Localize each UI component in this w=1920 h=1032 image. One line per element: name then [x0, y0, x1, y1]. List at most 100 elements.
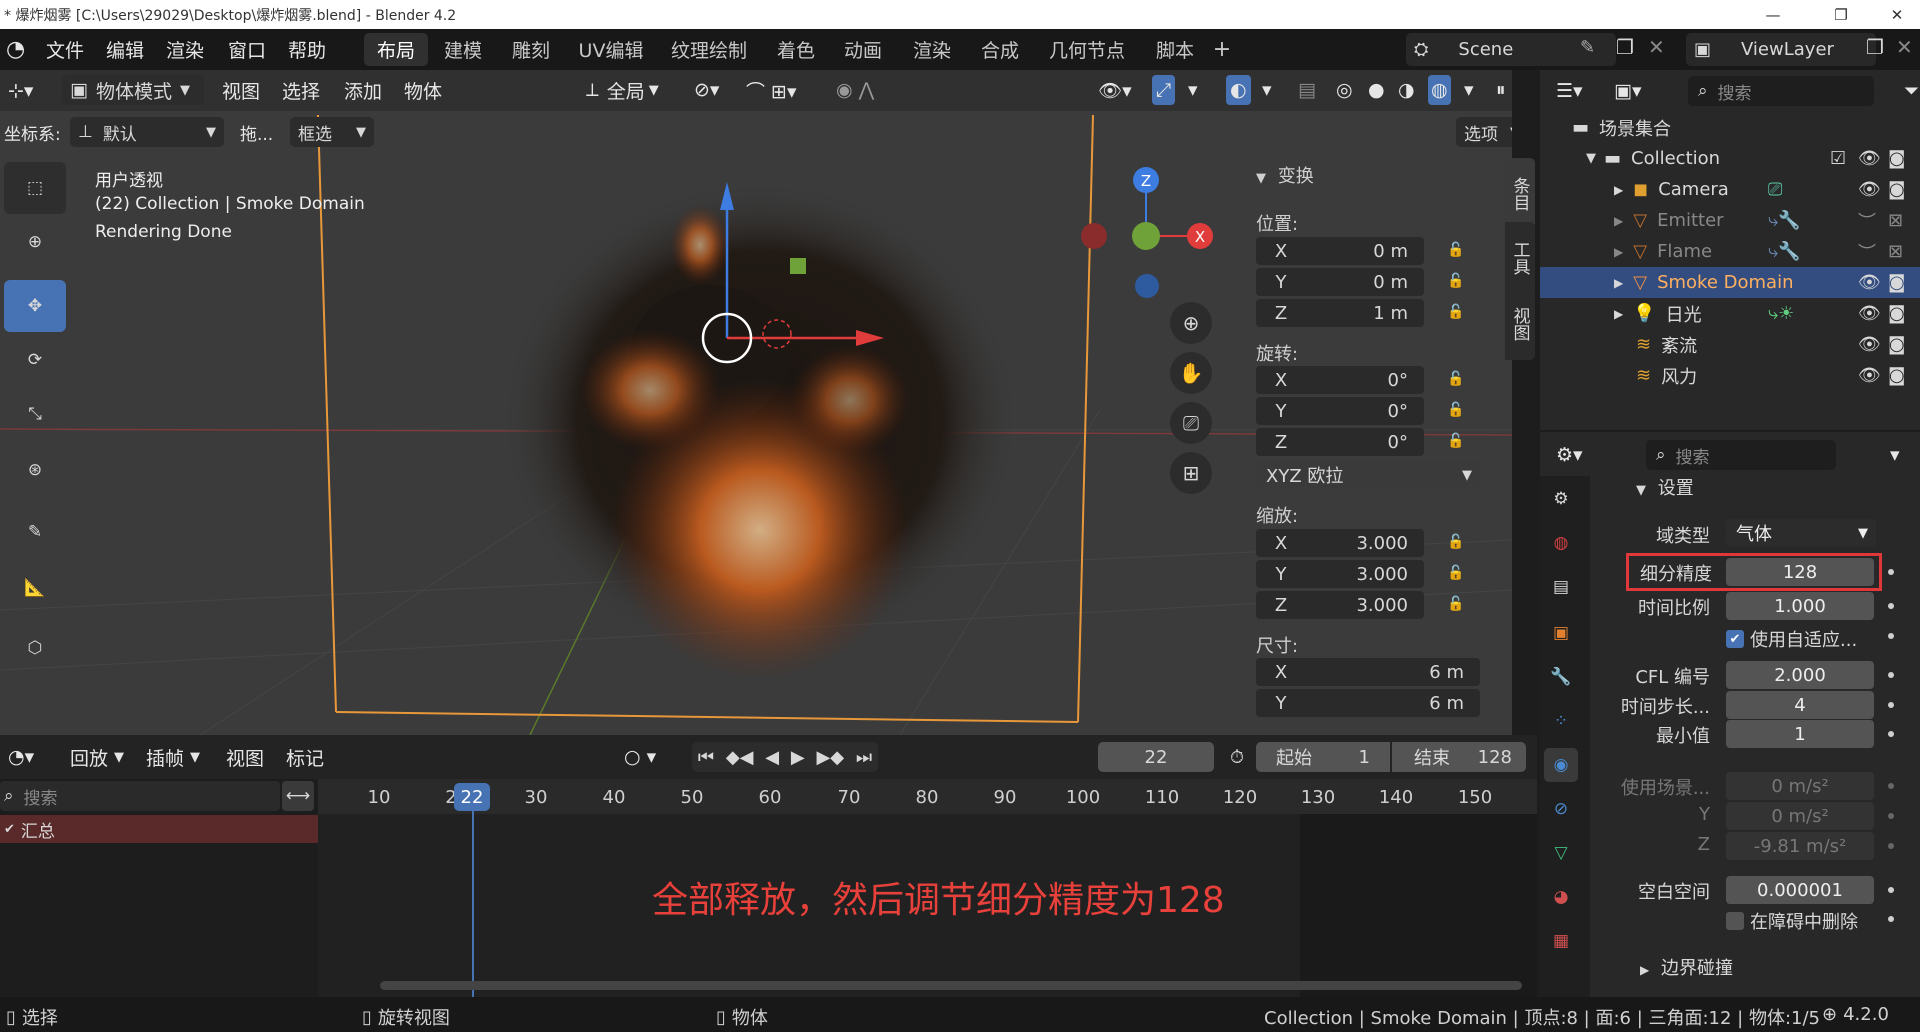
cfl-field[interactable]: 2.000 [1726, 661, 1874, 689]
location-z-field[interactable]: Z1 m [1256, 299, 1424, 327]
eye-icon[interactable]: 👁 [1858, 179, 1881, 200]
sun-data-icon[interactable]: ⤷☀ [1768, 303, 1794, 324]
animate-dot-icon[interactable] [1888, 843, 1894, 849]
menu-render[interactable]: 渲染 [166, 29, 204, 70]
wireframe-shading-icon[interactable]: ◎ [1336, 75, 1353, 105]
adaptive-timesteps-checkbox[interactable]: ✔ 使用自适应... [1726, 626, 1857, 652]
prev-keyframe-icon[interactable]: ◆◀ [726, 747, 754, 768]
data-tab-icon[interactable]: ▽ [1544, 836, 1578, 870]
eye-icon[interactable]: 👁 [1858, 272, 1881, 293]
dimensions-x-field[interactable]: X6 m [1256, 658, 1480, 686]
outliner-item-turbulence[interactable]: ≋ 紊流 👁 ◙ [1540, 329, 1920, 360]
outliner-item-camera[interactable]: ▶ ◼ Camera ⎚ 👁 ◙ [1540, 174, 1920, 205]
animate-dot-icon[interactable] [1888, 887, 1894, 893]
tab-modeling[interactable]: 建模 [432, 33, 494, 66]
lock-icon[interactable]: 🔓 [1447, 534, 1469, 554]
scale-tool-icon[interactable]: ⤡ [4, 388, 66, 440]
tab-tool[interactable]: 工具 [1505, 222, 1535, 294]
modifier-icon[interactable]: ⤷🔧 [1768, 210, 1801, 231]
menu-window[interactable]: 窗口 [228, 29, 266, 70]
camera-render-icon[interactable]: ◙ [1888, 303, 1905, 324]
scale-x-field[interactable]: X 3.000 [1256, 529, 1424, 557]
filter-icon[interactable]: ⏷ [1904, 76, 1919, 106]
gravity-x-field[interactable]: 0 m/s² [1726, 772, 1874, 800]
next-keyframe-icon[interactable]: ▶◆ [816, 747, 844, 768]
start-frame-field[interactable]: 起始 1 [1256, 742, 1390, 772]
animate-dot-icon[interactable] [1888, 603, 1894, 609]
border-collisions-section[interactable]: ▶ 边界碰撞 [1640, 954, 1733, 980]
play-reverse-icon[interactable]: ◀ [765, 747, 779, 768]
animate-dot-icon[interactable] [1888, 569, 1894, 575]
modifier-tab-icon[interactable]: 🔧 [1544, 660, 1578, 694]
animate-dot-icon[interactable] [1888, 813, 1894, 819]
transform-section-header[interactable]: ▼ 变换 [1256, 162, 1314, 188]
gizmo-y-handle[interactable] [790, 258, 806, 274]
rotation-x-field[interactable]: X 0° [1256, 366, 1424, 394]
scale-y-field[interactable]: Y 3.000 [1256, 560, 1424, 588]
pin-icon[interactable]: ✎ [1580, 37, 1595, 58]
overlay-menu-icon[interactable]: ▾ [1262, 75, 1272, 105]
scale-z-field[interactable]: Z 3.000 [1256, 591, 1424, 619]
eye-icon[interactable]: 👁 [1858, 334, 1881, 355]
properties-editor-type-icon[interactable]: ⚙▾ [1556, 440, 1583, 470]
current-frame-field[interactable]: 22 [1098, 742, 1214, 772]
ortho-grid-icon[interactable]: ⊞ [1170, 452, 1212, 494]
animate-dot-icon[interactable] [1888, 672, 1894, 678]
camera-data-icon[interactable]: ⎚ [1768, 179, 1782, 200]
playhead-frame-label[interactable]: 22 [454, 783, 490, 811]
menu-view[interactable]: 视图 [222, 75, 260, 105]
stopwatch-icon[interactable]: ⏱ [1222, 742, 1252, 772]
measure-tool-icon[interactable]: 📐 [4, 562, 66, 614]
outliner-item-sun[interactable]: ▶ 💡 日光 ⤷☀ 👁 ◙ [1540, 298, 1920, 329]
animate-dot-icon[interactable] [1888, 702, 1894, 708]
lock-icon[interactable]: 🔓 [1447, 433, 1469, 453]
tab-animation[interactable]: 动画 [830, 33, 896, 66]
tab-geometry-nodes[interactable]: 几何节点 [1040, 33, 1134, 66]
menu-help[interactable]: 帮助 [288, 29, 326, 70]
pivot-icon[interactable]: ⊘▾ [694, 75, 719, 105]
minimize-button[interactable]: — [1750, 0, 1796, 29]
eye-closed-icon[interactable]: ︶ [1858, 239, 1876, 265]
checkbox-icon[interactable]: ☑ [1830, 148, 1846, 169]
select-mode-dropdown[interactable]: 框选 ▼ [290, 117, 374, 147]
rotation-y-field[interactable]: Y 0° [1256, 397, 1424, 425]
proportional-edit-icon[interactable]: ◉ ⋀ [836, 75, 874, 105]
maximize-button[interactable]: ❐ [1818, 0, 1864, 29]
timesteps-min-field[interactable]: 1 [1726, 720, 1874, 748]
lock-icon[interactable]: 🔓 [1447, 242, 1469, 262]
animate-dot-icon[interactable] [1888, 731, 1894, 737]
eye-closed-icon[interactable]: ︶ [1858, 208, 1876, 234]
scene-collection-row[interactable]: ▬ 场景集合 [1540, 112, 1920, 143]
delete-scene-icon[interactable]: ✕ [1648, 35, 1665, 59]
timeline-editor-type-icon[interactable]: ◔▾ [8, 742, 34, 772]
mode-selector[interactable]: ▣ 物体模式 ▼ [62, 75, 204, 105]
lock-icon[interactable]: 🔓 [1447, 273, 1469, 293]
end-frame-field[interactable]: 结束 128 [1392, 742, 1526, 772]
frame-ruler[interactable]: 10 2 30 40 50 60 70 80 90 100 110 120 13… [318, 779, 1537, 814]
pause-render-icon[interactable]: ⏸ [1496, 75, 1506, 105]
dimensions-y-field[interactable]: Y6 m [1256, 689, 1480, 717]
menu-object[interactable]: 物体 [404, 75, 442, 105]
empty-space-field[interactable]: 0.000001 [1726, 876, 1874, 904]
menu-select[interactable]: 选择 [282, 75, 320, 105]
delete-in-obstacle-checkbox[interactable]: 在障碍中删除 [1726, 908, 1858, 934]
camera-render-icon[interactable]: ◙ [1888, 334, 1905, 355]
auto-keying-icon[interactable]: ○ ▾ [624, 742, 656, 772]
swap-icon[interactable]: ⟷ [282, 781, 314, 811]
pan-hand-icon[interactable]: ✋ [1170, 352, 1212, 394]
overlay-toggle-icon[interactable]: ◐ [1226, 75, 1251, 105]
menu-edit[interactable]: 编辑 [106, 29, 144, 70]
object-tab-icon[interactable]: ▣ [1544, 616, 1578, 650]
summary-channel[interactable]: ✔ 汇总 [0, 815, 318, 843]
visibility-icon[interactable]: 👁▾ [1098, 75, 1132, 105]
display-mode-icon[interactable]: ▣▾ [1614, 76, 1642, 106]
camera-render-icon[interactable]: ◙ [1888, 365, 1905, 386]
rotation-mode-dropdown[interactable]: XYZ 欧拉 ▼ [1256, 461, 1480, 489]
rotation-z-field[interactable]: Z 0° [1256, 428, 1424, 456]
eye-icon[interactable]: 👁 [1858, 148, 1881, 169]
gizmo-toggle-icon[interactable]: ⤢ [1152, 75, 1176, 105]
constraints-tab-icon[interactable]: ⊘ [1544, 792, 1578, 826]
tab-item[interactable]: 条目 [1505, 158, 1535, 230]
transform-orientation[interactable]: ⟂ 全局 ▼ [586, 75, 659, 105]
play-icon[interactable]: ▶ [791, 747, 805, 768]
